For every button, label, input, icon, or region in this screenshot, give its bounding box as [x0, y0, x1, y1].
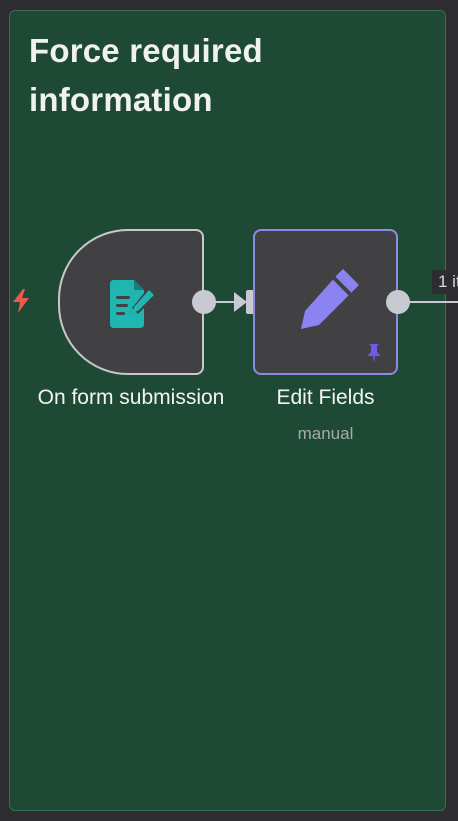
pencil-icon	[301, 269, 359, 329]
node-on-form-submission[interactable]	[58, 229, 204, 375]
form-edit-icon	[110, 280, 156, 328]
sticky-note-title: Force required information	[29, 32, 263, 118]
connection-items-label: 1 it	[432, 270, 458, 294]
trigger-output-port[interactable]	[192, 290, 216, 314]
edit-fields-node-label: Edit Fields	[276, 386, 375, 409]
edit-fields-output-port[interactable]	[386, 290, 410, 314]
pin-icon	[368, 344, 380, 363]
sticky-note[interactable]	[9, 10, 446, 811]
edit-fields-node-subtitle: manual	[297, 424, 354, 443]
node-edit-fields[interactable]	[253, 229, 398, 375]
bolt-icon	[13, 289, 29, 313]
trigger-node-label: On form submission	[37, 386, 225, 409]
workflow-canvas[interactable]: Force required information 1 i On form s…	[0, 0, 458, 821]
